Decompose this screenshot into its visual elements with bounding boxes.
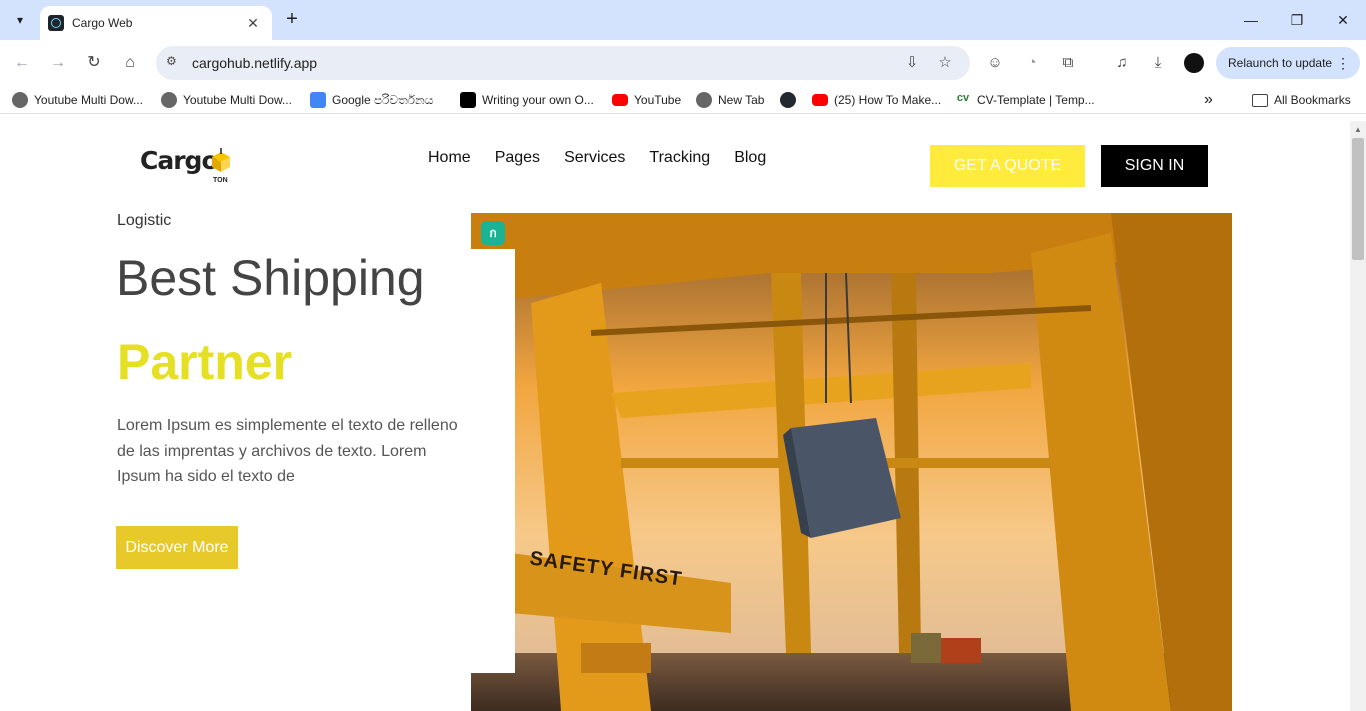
image-badge-icon: ก (481, 221, 505, 245)
new-tab-button[interactable]: + (281, 8, 303, 32)
globe-icon (696, 92, 712, 108)
bookmark-label: Youtube Multi Dow... (183, 93, 292, 107)
nav-blog[interactable]: Blog (734, 149, 766, 167)
site-settings-icon[interactable]: ⚙ (166, 54, 182, 70)
forward-icon[interactable]: → (43, 48, 73, 78)
bookmarks-bar: Youtube Multi Dow... Youtube Multi Dow..… (0, 86, 1366, 114)
browser-toolbar: ← → ↻ ⌂ ⚙ cargohub.netlify.app ⇩ ☆ ☺ ◔ ⧉… (0, 40, 1366, 86)
bookmark-label: Google පරිවර්තනය (332, 92, 434, 107)
address-bar[interactable]: ⚙ cargohub.netlify.app ⇩ ☆ (156, 46, 970, 80)
scrollbar-thumb[interactable] (1352, 138, 1364, 260)
medium-icon (460, 92, 476, 108)
cv-icon: cv (956, 92, 970, 104)
install-app-icon[interactable]: ⇩ (902, 53, 922, 73)
bookmark-item[interactable] (780, 91, 802, 109)
youtube-icon (812, 94, 828, 106)
bookmark-item[interactable]: Youtube Multi Dow... (161, 91, 292, 109)
url-text[interactable]: cargohub.netlify.app (192, 55, 317, 71)
page-viewport: Cargo TON Home Pages Services Tracking B… (0, 121, 1350, 711)
bookmark-label: (25) How To Make... (834, 93, 942, 107)
bookmark-item[interactable]: Youtube Multi Dow... (12, 91, 143, 109)
bookmarks-overflow-icon[interactable]: » (1204, 91, 1213, 109)
bookmark-item[interactable]: Writing your own O... (460, 91, 594, 109)
bookmark-label: Youtube Multi Dow... (34, 93, 143, 107)
folder-icon (1252, 93, 1268, 107)
hero-description: Lorem Ipsum es simplemente el texto de r… (117, 417, 458, 485)
react-favicon-icon (48, 15, 64, 31)
more-menu-icon[interactable]: ⋮ (1336, 47, 1350, 79)
nav-tracking[interactable]: Tracking (649, 149, 710, 167)
downloads-icon[interactable]: ⤓ (1147, 52, 1169, 74)
globe-icon (161, 92, 177, 108)
github-icon (780, 92, 796, 108)
tab-title: Cargo Web (72, 16, 133, 30)
extension-timer-icon[interactable]: ◔ (1021, 52, 1043, 74)
port-crane-illustration (471, 213, 1232, 711)
nav-services[interactable]: Services (564, 149, 625, 167)
bookmark-item[interactable]: YouTube (612, 91, 681, 109)
bookmark-label: CV-Template | Temp... (977, 93, 1095, 107)
minimize-button[interactable]: — (1228, 6, 1274, 34)
google-translate-icon (310, 92, 326, 108)
all-bookmarks-button[interactable]: All Bookmarks (1252, 91, 1351, 109)
profile-avatar-icon[interactable] (1183, 52, 1205, 74)
reload-icon[interactable]: ↻ (79, 48, 109, 78)
site-logo[interactable]: Cargo TON (140, 146, 240, 186)
scroll-up-icon[interactable]: ▲ (1354, 125, 1362, 134)
nav-home[interactable]: Home (428, 149, 471, 167)
discover-more-button[interactable]: Discover More (116, 526, 238, 569)
home-icon[interactable]: ⌂ (115, 48, 145, 78)
extensions-puzzle-icon[interactable]: ⧉ (1057, 52, 1079, 74)
bookmark-label: YouTube (634, 93, 682, 107)
main-nav: Home Pages Services Tracking Blog (428, 149, 766, 167)
restore-button[interactable]: ❐ (1274, 6, 1320, 34)
all-bookmarks-label: All Bookmarks (1274, 93, 1351, 107)
tab-strip: ▾ Cargo Web ✕ + — ❐ ✕ (0, 0, 1366, 40)
bookmark-star-icon[interactable]: ☆ (935, 53, 955, 73)
bookmark-item[interactable]: Google පරිවර්තනය (310, 91, 433, 109)
bookmark-item[interactable]: New Tab (696, 91, 764, 109)
sign-in-button[interactable]: SIGN IN (1101, 145, 1208, 187)
bookmark-label: Writing your own O... (482, 93, 594, 107)
hero-image: SAFETY FIRST ก (471, 213, 1232, 711)
get-a-quote-button[interactable]: GET A QUOTE (930, 145, 1085, 187)
media-queue-icon[interactable]: ♫ (1111, 52, 1133, 74)
page-scrollbar[interactable]: ▲ (1350, 121, 1366, 711)
extension-avatar-icon[interactable]: ☺ (984, 52, 1006, 74)
window-close-button[interactable]: ✕ (1320, 6, 1366, 34)
bookmark-label: New Tab (718, 93, 765, 107)
nav-pages[interactable]: Pages (495, 149, 540, 167)
relaunch-update-button[interactable]: Relaunch to update ⋮ (1216, 47, 1360, 79)
browser-tab-active[interactable]: Cargo Web ✕ (40, 6, 272, 40)
globe-icon (12, 92, 28, 108)
logo-box-icon (212, 148, 230, 172)
hero-eyebrow: Logistic (117, 212, 172, 229)
relaunch-label: Relaunch to update (1228, 56, 1333, 70)
logo-wordmark: Cargo (140, 146, 219, 175)
back-icon[interactable]: ← (7, 48, 37, 78)
tab-close-icon[interactable]: ✕ (244, 15, 262, 32)
hero-title: Best Shipping (116, 250, 425, 306)
youtube-icon (612, 94, 628, 106)
bookmark-item[interactable]: cv CV-Template | Temp... (955, 91, 1095, 109)
tab-search-button[interactable]: ▾ (6, 6, 34, 34)
logo-subtext: TON (213, 177, 228, 184)
bookmark-item[interactable]: (25) How To Make... (812, 91, 941, 109)
hero-highlight: Partner (117, 334, 293, 390)
